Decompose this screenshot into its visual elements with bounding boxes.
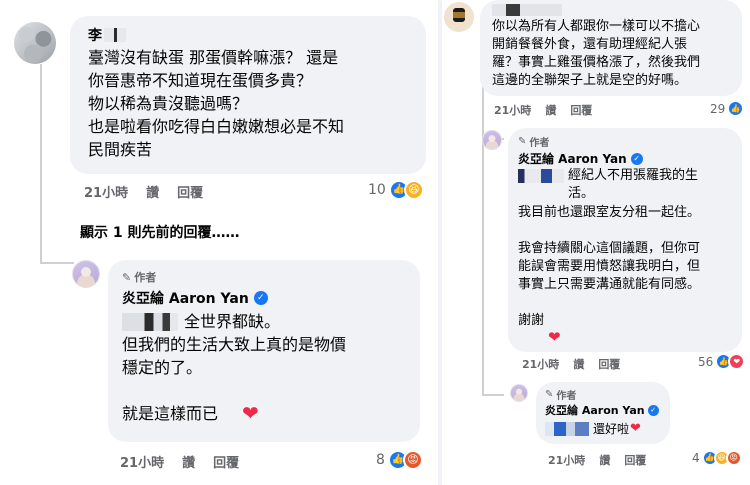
comment-bubble: 你以為所有人都跟你一樣可以不擔心 開銷餐餐外食，還有助理經紀人張 羅？事實上雞蛋…	[480, 0, 742, 96]
author-avatar[interactable]	[72, 260, 100, 288]
author-avatar[interactable]	[510, 384, 528, 402]
author-badge: ✎ 作者	[545, 387, 576, 402]
reply-timestamp[interactable]: 21小時	[120, 452, 164, 471]
reply-actions: 21小時 讚 回覆	[548, 452, 664, 468]
redacted-tag[interactable]	[122, 312, 178, 331]
angry-reaction-icon: 😡	[402, 450, 423, 470]
author-initial: 李	[88, 28, 102, 44]
redacted-tag[interactable]	[518, 169, 564, 183]
comment-text: 你以為所有人都跟你一樣可以不擔心 開銷餐餐外食，還有助理經紀人張 羅？事實上雞蛋…	[492, 19, 701, 88]
comment-author[interactable]: 李	[88, 25, 126, 45]
reaction-summary[interactable]: 10 👍 😆	[368, 180, 424, 200]
verified-check-icon: ✓	[630, 152, 643, 165]
reaction-count: 4	[692, 451, 700, 465]
verified-check-icon: ✓	[647, 404, 659, 416]
left-comment-thread: 李 臺灣沒有缺蛋 那蛋價幹嘛漲？ 還是 你晉惠帝不知道現在蛋價多貴？ 物以稀為貴…	[0, 0, 438, 485]
author-name: 炎亞綸 Aaron Yan	[518, 152, 627, 166]
author-badge-label: 作者	[134, 271, 157, 284]
reaction-count: 56	[698, 354, 714, 369]
comment-timestamp[interactable]: 21小時	[84, 182, 128, 201]
thread-connector	[482, 394, 504, 396]
author-badge: ✎ 作者	[122, 269, 156, 285]
love-reaction-icon: ❤	[728, 353, 746, 370]
redacted-tag[interactable]	[545, 421, 589, 436]
reply-author[interactable]: 炎亞綸 Aaron Yan ✓	[518, 150, 643, 167]
like-button[interactable]: 讚	[146, 182, 159, 201]
pen-icon: ✎	[545, 389, 554, 400]
author-name: 炎亞綸 Aaron Yan	[545, 404, 645, 417]
reply-button[interactable]: 回覆	[570, 102, 592, 118]
comment-actions: 21小時 讚 回覆	[84, 182, 221, 201]
tagged-line: 經紀人不用張羅我的生 活。	[518, 167, 698, 203]
heart-emoji-icon: ❤	[242, 401, 259, 425]
reply-author[interactable]: 炎亞綸 Aaron Yan ✓	[122, 288, 268, 308]
author-avatar[interactable]	[482, 130, 502, 150]
heart-emoji-icon: ❤	[630, 421, 641, 436]
pen-icon: ✎	[518, 136, 527, 147]
reply-text: 還好啦	[593, 422, 630, 436]
reply-bubble: ✎ 作者 炎亞綸 Aaron Yan ✓ 還好啦 ❤	[536, 382, 670, 444]
reaction-summary[interactable]: 29 👍	[710, 100, 745, 117]
show-previous-replies-link[interactable]: 顯示 1 則先前的回覆……	[80, 222, 240, 242]
reply-timestamp[interactable]: 21小時	[522, 356, 559, 372]
thread-connector	[40, 64, 42, 264]
reaction-summary[interactable]: 56 👍 ❤	[698, 353, 746, 370]
author-badge-label: 作者	[556, 391, 577, 402]
redacted-name[interactable]	[492, 4, 562, 16]
thread-connector	[40, 262, 74, 264]
tagged-tail: 全世界都缺。	[184, 312, 281, 331]
verified-check-icon: ✓	[253, 291, 268, 305]
reaction-count: 8	[376, 452, 385, 468]
reply-actions: 21小時 讚 回覆	[120, 452, 257, 471]
reaction-count: 29	[710, 101, 726, 116]
pen-icon: ✎	[122, 270, 132, 284]
reaction-summary[interactable]: 8 👍 😡	[376, 450, 423, 470]
reply-button[interactable]: 回覆	[213, 452, 239, 471]
reaction-summary[interactable]: 4 👍 😆 😡	[692, 450, 742, 466]
like-button[interactable]: 讚	[545, 102, 556, 118]
reply-button[interactable]: 回覆	[624, 452, 646, 468]
heart-emoji-icon: ❤	[548, 328, 561, 346]
reply-text: 但我們的生活大致上真的是物價 穩定的了。 就是這樣而已	[122, 335, 347, 423]
reply-author[interactable]: 炎亞綸 Aaron Yan ✓	[545, 402, 659, 418]
reply-timestamp[interactable]: 21小時	[548, 452, 585, 468]
commenter-avatar[interactable]	[444, 2, 474, 32]
comment-actions: 21小時 讚 回覆	[494, 102, 610, 118]
comment-timestamp[interactable]: 21小時	[494, 102, 531, 118]
reply-button[interactable]: 回覆	[598, 356, 620, 372]
like-button[interactable]: 讚	[573, 356, 584, 372]
commenter-avatar[interactable]	[14, 22, 56, 64]
reply-bubble: ✎ 作者 炎亞綸 Aaron Yan ✓ 經紀人不用張羅我的生 活。 我目前也還…	[508, 128, 742, 352]
tagged-tail: 經紀人不用張羅我的生 活。	[568, 168, 699, 201]
reply-bubble: ✎ 作者 炎亞綸 Aaron Yan ✓ 全世界都缺。 但我們的生活大致上真的是…	[108, 260, 420, 442]
tagged-line: 全世界都缺。	[122, 310, 280, 333]
thumbs-up-reaction-icon: 👍	[727, 100, 745, 117]
right-comment-thread: 你以為所有人都跟你一樣可以不擔心 開銷餐餐外食，還有助理經紀人張 羅？事實上雞蛋…	[442, 0, 750, 485]
author-badge: ✎ 作者	[518, 134, 549, 149]
comment-bubble: 李 臺灣沒有缺蛋 那蛋價幹嘛漲？ 還是 你晉惠帝不知道現在蛋價多貴？ 物以稀為貴…	[70, 16, 426, 174]
avatar-graphic	[453, 8, 465, 22]
tagged-line: 還好啦 ❤	[545, 420, 641, 437]
redacted-name	[104, 28, 126, 42]
reply-button[interactable]: 回覆	[177, 182, 203, 201]
like-button[interactable]: 讚	[599, 452, 610, 468]
comment-text: 臺灣沒有缺蛋 那蛋價幹嘛漲？ 還是 你晉惠帝不知道現在蛋價多貴？ 物以稀為貴沒聽…	[88, 48, 345, 159]
author-badge-label: 作者	[529, 138, 550, 149]
reaction-count: 10	[368, 182, 386, 198]
angry-reaction-icon: 😡	[725, 450, 742, 466]
like-button[interactable]: 讚	[182, 452, 195, 471]
reply-actions: 21小時 讚 回覆	[522, 356, 638, 372]
haha-reaction-icon: 😆	[403, 180, 424, 200]
author-name: 炎亞綸 Aaron Yan	[122, 291, 249, 307]
reply-text: 我目前也還跟室友分租一起住。 我會持續關心這個議題，但你可 能誤會需要用憤怒讓我…	[518, 205, 701, 328]
